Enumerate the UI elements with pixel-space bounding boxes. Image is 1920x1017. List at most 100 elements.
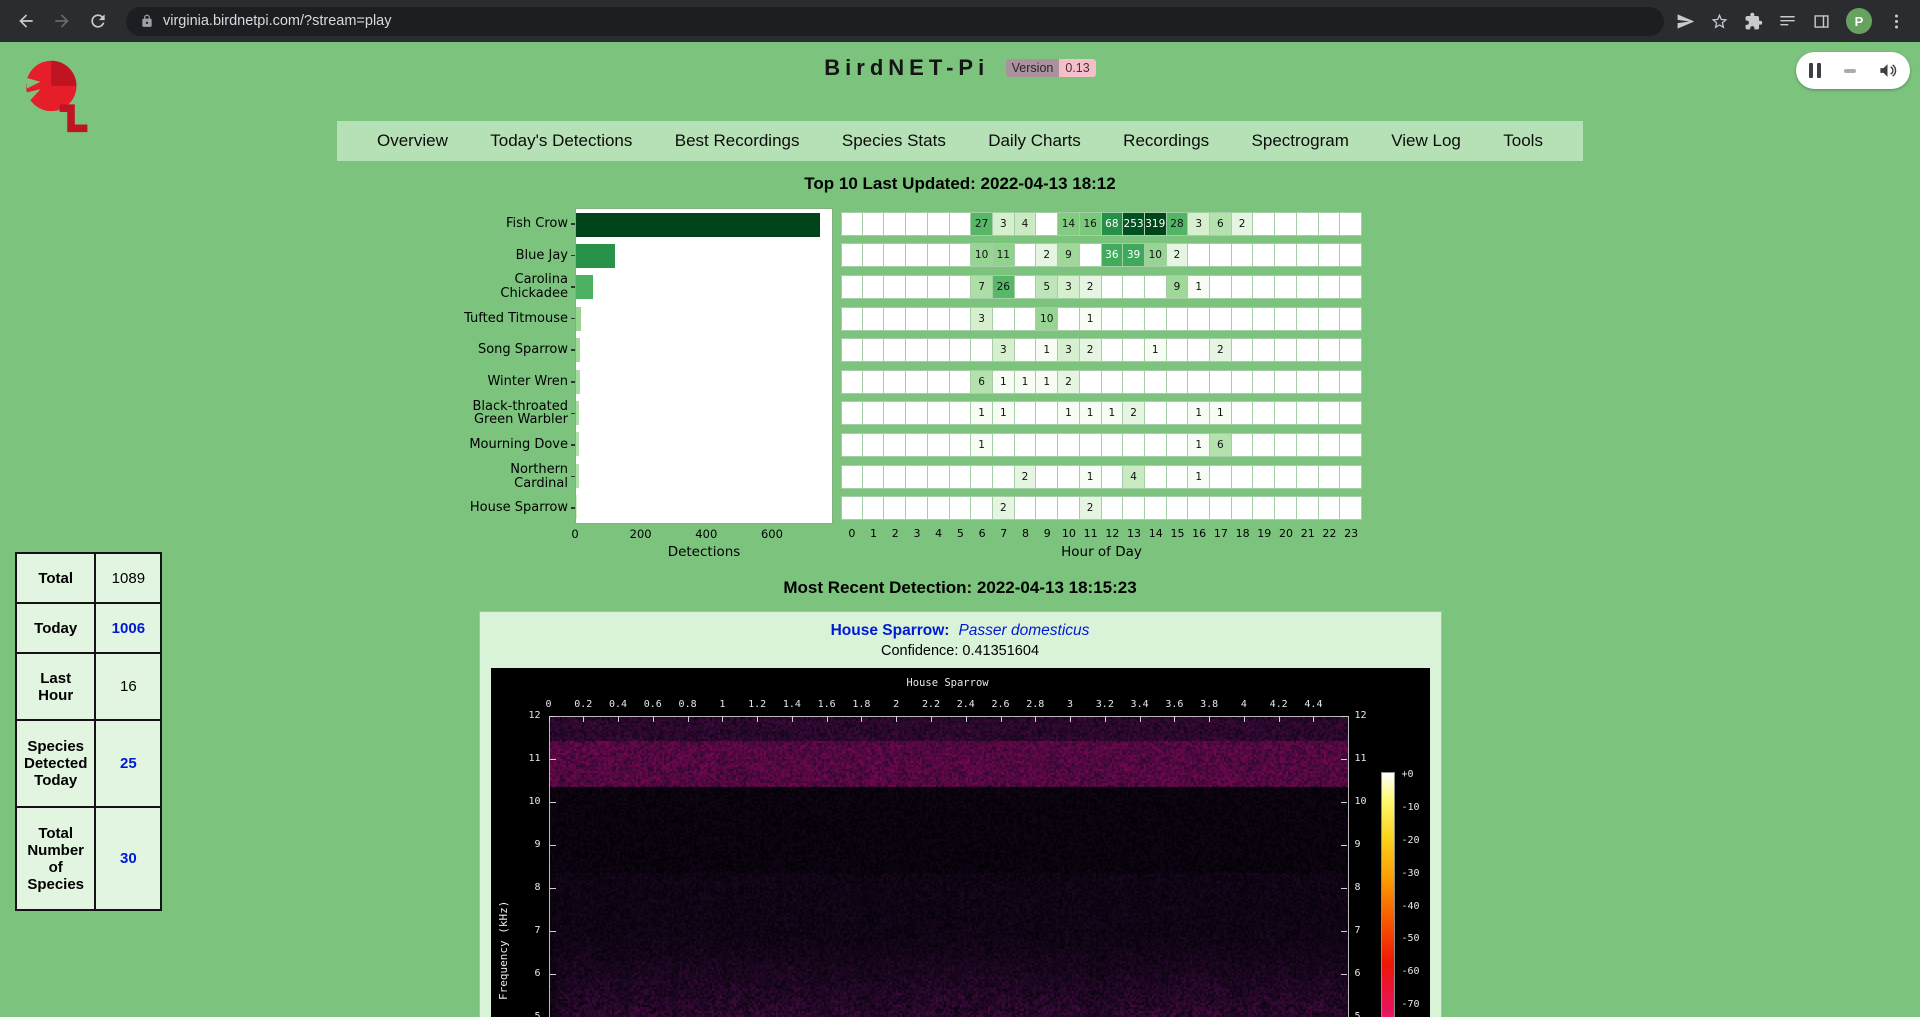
heatmap-cell	[1036, 433, 1058, 457]
pause-icon[interactable]	[1809, 63, 1821, 78]
heatmap-cell	[1188, 496, 1210, 520]
spectrogram-y-tick-right: 5	[1355, 1011, 1389, 1017]
back-button[interactable]	[10, 5, 42, 37]
heatmap-cell	[928, 496, 950, 520]
detections-bar	[576, 401, 579, 425]
spectrogram-plot	[549, 716, 1349, 1017]
hour-axis-title: Hour of Day	[841, 544, 1362, 560]
stats-value-cell: 25	[95, 720, 161, 807]
nav-item-tools[interactable]: Tools	[1503, 131, 1543, 151]
forward-button[interactable]	[46, 5, 78, 37]
heatmap-cell: 68	[1102, 212, 1124, 236]
hour-axis-tick: 6	[971, 527, 993, 540]
heatmap-cell: 1	[1015, 370, 1037, 394]
spectrogram-x-tick: 1	[719, 699, 725, 710]
heatmap-cell	[1319, 338, 1341, 362]
bookmark-star-icon[interactable]	[1710, 12, 1729, 31]
spectrogram-y-tick-right: 9	[1355, 839, 1389, 850]
heatmap-cell	[1188, 370, 1210, 394]
colorbar-tick: +0	[1402, 769, 1414, 780]
nav-item-view-log[interactable]: View Log	[1391, 131, 1461, 151]
spectrogram-image[interactable]: House Sparrow Frequency (kHz) 00.20.40.6…	[491, 668, 1430, 1017]
heatmap-cell	[1080, 370, 1102, 394]
version-badge: Version0.13	[1006, 59, 1096, 77]
heatmap-cell	[1058, 433, 1080, 457]
bar-axis-tick: 0	[571, 527, 578, 541]
nav-item-spectrogram[interactable]: Spectrogram	[1252, 131, 1349, 151]
side-panel-icon[interactable]	[1812, 12, 1831, 31]
heatmap-cell	[1210, 496, 1232, 520]
nav-item-recordings[interactable]: Recordings	[1123, 131, 1209, 151]
stats-table: Total1089Today1006Last Hour16Species Det…	[15, 552, 162, 911]
main-navigation: Overview Today's Detections Best Recording…	[337, 121, 1583, 161]
heatmap-cell	[1340, 338, 1362, 362]
heatmap-cell	[841, 496, 863, 520]
heatmap-cell	[1253, 465, 1275, 489]
spectrogram-x-tick: 3.4	[1131, 699, 1149, 710]
heatmap-cell	[950, 433, 972, 457]
y-tick-mark	[1341, 845, 1347, 846]
heatmap-cell	[1340, 433, 1362, 457]
heatmap-cell	[1340, 401, 1362, 425]
nav-item-best-recordings[interactable]: Best Recordings	[675, 131, 800, 151]
heatmap-cell: 3	[1188, 212, 1210, 236]
nav-item-daily-charts[interactable]: Daily Charts	[988, 131, 1081, 151]
heatmap-cell	[1102, 275, 1124, 299]
address-bar[interactable]: virginia.birdnetpi.com/?stream=play	[126, 7, 1664, 36]
nav-item-overview[interactable]: Overview	[377, 131, 448, 151]
species-common-link[interactable]: House Sparrow:	[831, 622, 950, 639]
send-icon[interactable]	[1676, 12, 1695, 31]
audio-player[interactable]	[1796, 52, 1910, 89]
heatmap-cell	[1188, 243, 1210, 267]
heatmap-cell	[1167, 433, 1189, 457]
y-tick-mark	[550, 931, 556, 932]
spectrogram-y-tick-right: 7	[1355, 925, 1389, 936]
heatmap-cell: 36	[1102, 243, 1124, 267]
heatmap-cell: 10	[1145, 243, 1167, 267]
volume-icon[interactable]	[1878, 61, 1897, 80]
heatmap-cell	[950, 465, 972, 489]
spectrogram-y-tick-left: 10	[507, 796, 541, 807]
heatmap-cell: 16	[1080, 212, 1102, 236]
heatmap-cell	[1319, 465, 1341, 489]
heatmap-cell	[863, 338, 885, 362]
heatmap-cell: 1	[993, 370, 1015, 394]
reading-list-icon[interactable]	[1778, 12, 1797, 31]
nav-item-today-s-detections[interactable]: Today's Detections	[490, 131, 632, 151]
heatmap-cell	[884, 275, 906, 299]
heatmap-cell	[841, 243, 863, 267]
lock-icon	[140, 14, 154, 28]
hour-axis-tick: 1	[863, 527, 885, 540]
nav-item-species-stats[interactable]: Species Stats	[842, 131, 946, 151]
heatmap-cell: 1	[1188, 465, 1210, 489]
detection-title: House Sparrow: Passer domesticus	[480, 622, 1441, 640]
heatmap-cell	[971, 496, 993, 520]
heatmap-cell	[1145, 465, 1167, 489]
heatmap-cell	[1102, 465, 1124, 489]
heatmap-cell	[1340, 243, 1362, 267]
detections-axis-title: Detections	[575, 544, 833, 560]
y-tick-mark	[550, 759, 556, 760]
menu-dots-icon[interactable]	[1887, 12, 1906, 31]
heatmap-cell	[1145, 401, 1167, 425]
extensions-puzzle-icon[interactable]	[1744, 12, 1763, 31]
y-tick-mark	[1341, 759, 1347, 760]
birdnet-pi-logo-icon	[14, 54, 102, 138]
x-tick-mark	[1035, 716, 1036, 722]
spectrogram-x-tick: 1.2	[748, 699, 766, 710]
heatmap-cell	[1253, 275, 1275, 299]
stats-value-link[interactable]: 1006	[112, 620, 145, 637]
hour-axis-tick: 22	[1319, 527, 1341, 540]
species-scientific-link[interactable]: Passer domesticus	[958, 622, 1089, 639]
heatmap-cell	[1102, 307, 1124, 331]
heatmap-cell: 28	[1167, 212, 1189, 236]
stats-value-link[interactable]: 30	[120, 850, 137, 867]
profile-avatar[interactable]: P	[1846, 8, 1872, 34]
heatmap-cell: 2	[1036, 243, 1058, 267]
heatmap-cell	[1253, 433, 1275, 457]
heatmap-cell	[1015, 433, 1037, 457]
stats-value-link[interactable]: 25	[120, 755, 137, 772]
reload-button[interactable]	[82, 5, 114, 37]
heatmap-cell	[884, 307, 906, 331]
heatmap-cell	[993, 307, 1015, 331]
